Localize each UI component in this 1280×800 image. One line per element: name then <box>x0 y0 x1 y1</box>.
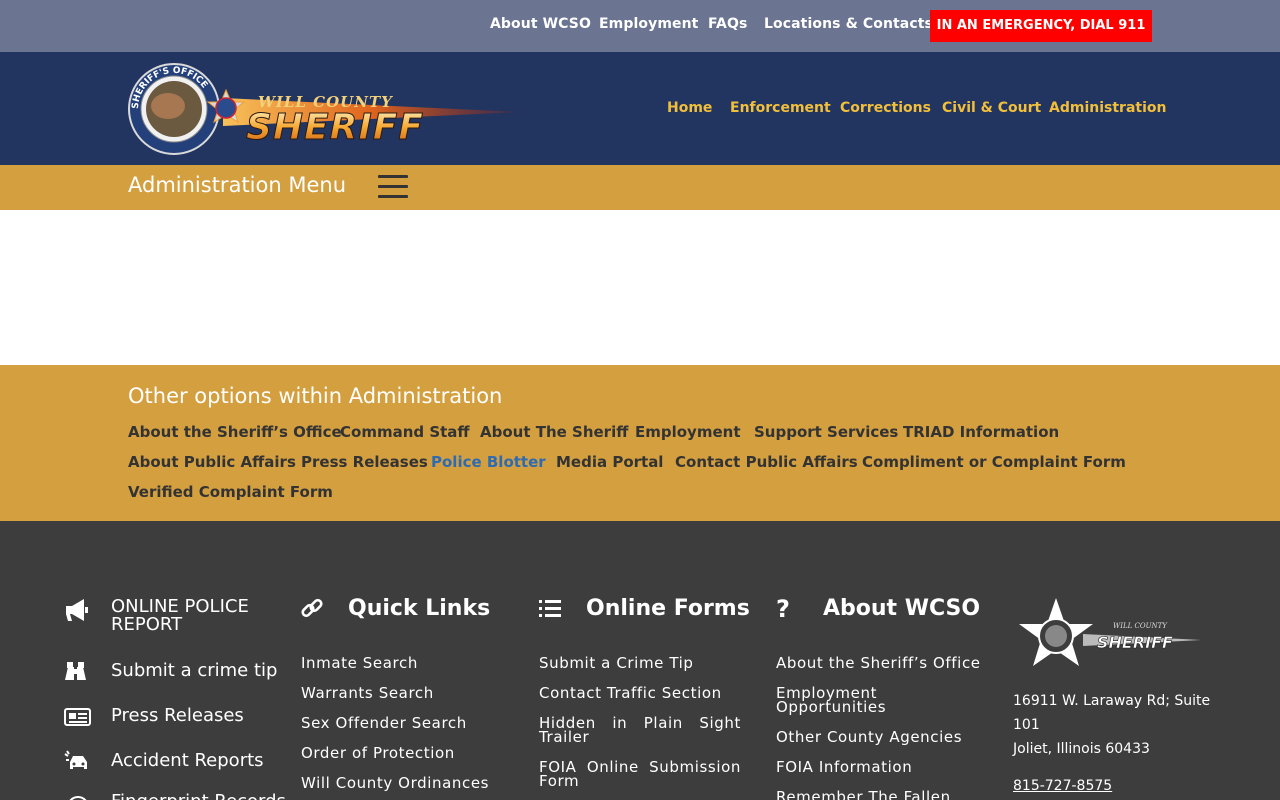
nav-enforcement[interactable]: Enforcement <box>730 100 831 116</box>
option-support-services[interactable]: Support Services <box>754 423 898 441</box>
administration-menu-bar: Administration Menu <box>0 165 1280 210</box>
option-media-portal[interactable]: Media Portal <box>556 453 663 471</box>
car-crash-icon <box>64 750 87 769</box>
phone-link[interactable]: 815-727-8575 <box>1013 778 1112 794</box>
online-police-report-link[interactable]: ONLINE POLICE REPORT <box>111 598 271 634</box>
form-submit-crime-tip[interactable]: Submit a Crime Tip <box>539 656 694 671</box>
site-footer: ONLINE POLICE REPORT Submit a crime tip … <box>0 521 1280 800</box>
hamburger-menu-icon[interactable] <box>378 175 410 201</box>
top-link-about-wcso[interactable]: About WCSO <box>490 16 591 32</box>
nav-administration[interactable]: Administration <box>1049 100 1166 116</box>
megaphone-icon <box>66 599 88 621</box>
option-press-releases[interactable]: Press Releases <box>301 453 428 471</box>
binoculars-icon <box>65 662 86 680</box>
fingerprint-records-link[interactable]: Fingerprint Records <box>111 791 286 800</box>
option-command-staff[interactable]: Command Staff <box>340 423 470 441</box>
quick-link-order-of-protection[interactable]: Order of Protection <box>301 746 455 761</box>
list-icon <box>539 600 561 617</box>
option-about-public-affairs[interactable]: About Public Affairs <box>128 453 296 471</box>
logo-sheriff: SHERIFF <box>246 107 424 148</box>
about-employment-opportunities-link[interactable]: Employment Opportunities <box>776 686 926 715</box>
top-link-faqs[interactable]: FAQs <box>708 16 747 32</box>
about-wcso-heading: About WCSO <box>823 596 981 621</box>
option-about-sheriffs-office[interactable]: About the Sheriff’s Office <box>128 423 342 441</box>
quick-links-heading: Quick Links <box>348 596 491 621</box>
sheriff-logo[interactable]: SHERIFF'S OFFICE WILL COUNTY SHERIFF <box>128 62 528 157</box>
option-employment[interactable]: Employment <box>635 423 741 441</box>
emergency-button[interactable]: IN AN EMERGENCY, DIAL 911 <box>930 10 1152 42</box>
link-icon <box>301 598 323 618</box>
sheriff-logo-graphic: SHERIFF'S OFFICE WILL COUNTY SHERIFF <box>128 63 520 155</box>
other-options-title: Other options within Administration <box>128 384 503 408</box>
form-foia-online-submission[interactable]: FOIA Online Submission Form <box>539 760 741 789</box>
form-contact-traffic-section[interactable]: Contact Traffic Section <box>539 686 722 701</box>
address-line-3: Joliet, Illinois 60433 <box>1013 741 1150 757</box>
option-compliment-complaint-form[interactable]: Compliment or Complaint Form <box>862 453 1126 471</box>
option-police-blotter[interactable]: Police Blotter <box>431 453 546 471</box>
question-icon: ? <box>776 595 790 623</box>
quick-link-warrants-search[interactable]: Warrants Search <box>301 686 434 701</box>
online-forms-heading: Online Forms <box>586 596 750 621</box>
footer-logo-sheriff: SHERIFF <box>1097 633 1173 652</box>
top-link-employment[interactable]: Employment <box>599 16 698 32</box>
option-about-the-sheriff[interactable]: About The Sheriff <box>480 423 628 441</box>
about-foia-information-link[interactable]: FOIA Information <box>776 760 912 775</box>
option-contact-public-affairs[interactable]: Contact Public Affairs <box>675 453 858 471</box>
site-header: SHERIFF'S OFFICE WILL COUNTY SHERIFF Hom… <box>0 52 1280 165</box>
form-hidden-in-plain-sight-trailer[interactable]: Hidden in Plain Sight Trailer <box>539 716 741 745</box>
option-triad-information[interactable]: TRIAD Information <box>903 423 1059 441</box>
about-other-county-agencies-link[interactable]: Other County Agencies <box>776 730 962 745</box>
about-sheriffs-office-link[interactable]: About the Sheriff’s Office <box>776 656 981 671</box>
address-line-1: 16911 W. Laraway Rd; Suite <box>1013 693 1211 709</box>
footer-sheriff-logo[interactable]: WILL COUNTY SHERIFF <box>1013 596 1205 674</box>
top-link-locations-contacts[interactable]: Locations & Contacts <box>764 16 933 32</box>
nav-corrections[interactable]: Corrections <box>840 100 931 116</box>
quick-link-inmate-search[interactable]: Inmate Search <box>301 656 418 671</box>
nav-home[interactable]: Home <box>667 100 712 116</box>
submit-crime-tip-link[interactable]: Submit a crime tip <box>111 660 277 681</box>
newspaper-icon <box>64 708 91 726</box>
press-releases-link[interactable]: Press Releases <box>111 705 244 726</box>
administration-menu-title: Administration Menu <box>128 173 346 197</box>
accident-reports-link[interactable]: Accident Reports <box>111 750 264 771</box>
fingerprint-icon <box>69 796 87 800</box>
about-remember-the-fallen-link[interactable]: Remember The Fallen <box>776 790 951 800</box>
option-verified-complaint-form[interactable]: Verified Complaint Form <box>128 483 333 501</box>
nav-civil-court[interactable]: Civil & Court <box>942 100 1041 116</box>
quick-link-sex-offender-search[interactable]: Sex Offender Search <box>301 716 467 731</box>
top-utility-bar: About WCSO Employment FAQs Locations & C… <box>0 0 1280 52</box>
other-options-section: Other options within Administration Abou… <box>0 365 1280 521</box>
address-line-2: 101 <box>1013 717 1040 733</box>
quick-link-will-county-ordinances[interactable]: Will County Ordinances <box>301 776 489 791</box>
footer-logo-will-county: WILL COUNTY <box>1113 622 1168 630</box>
